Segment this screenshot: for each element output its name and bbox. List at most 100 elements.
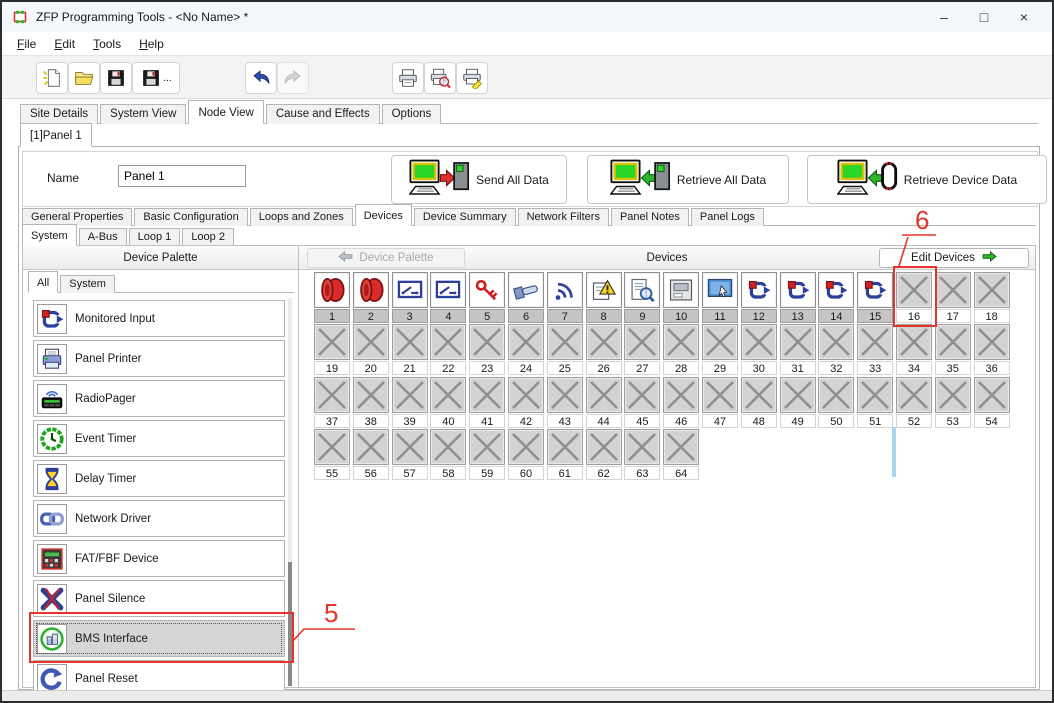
device-cell-28[interactable]: 28 xyxy=(663,324,699,375)
menu-edit[interactable]: Edit xyxy=(45,34,84,54)
tab-device-summary[interactable]: Device Summary xyxy=(414,208,516,226)
tab-basic-configuration[interactable]: Basic Configuration xyxy=(134,208,247,226)
device-cell-21[interactable]: 21 xyxy=(392,324,428,375)
undo-button[interactable] xyxy=(245,62,277,94)
tab-panel-logs[interactable]: Panel Logs xyxy=(691,208,764,226)
device-cell-52[interactable]: 52 xyxy=(896,377,932,428)
retrieve-device-data-button[interactable]: Retrieve Device Data xyxy=(807,155,1047,204)
palette-item-fat-fbf-device[interactable]: FAT/FBF Device xyxy=(33,540,285,577)
tab-a-bus[interactable]: A-Bus xyxy=(79,228,127,246)
send-all-data-button[interactable]: Send All Data xyxy=(391,155,567,204)
tab-loop-1[interactable]: Loop 1 xyxy=(129,228,181,246)
device-cell-26[interactable]: 26 xyxy=(586,324,622,375)
device-cell-41[interactable]: 41 xyxy=(469,377,505,428)
open-file-button[interactable] xyxy=(68,62,100,94)
device-cell-56[interactable]: 56 xyxy=(353,429,389,480)
palette-item-bms-interface[interactable]: BMS Interface xyxy=(33,620,285,657)
palette-item-delay-timer[interactable]: Delay Timer xyxy=(33,460,285,497)
palette-tab-all[interactable]: All xyxy=(28,271,58,293)
device-cell-58[interactable]: 58 xyxy=(430,429,466,480)
tab-network-filters[interactable]: Network Filters xyxy=(518,208,609,226)
menu-file[interactable]: File xyxy=(8,34,45,54)
device-cell-8[interactable]: 8 xyxy=(586,272,622,323)
device-cell-63[interactable]: 63 xyxy=(624,429,660,480)
tab-panel-notes[interactable]: Panel Notes xyxy=(611,208,689,226)
device-cell-37[interactable]: 37 xyxy=(314,377,350,428)
retrieve-all-data-button[interactable]: Retrieve All Data xyxy=(587,155,789,204)
tab-loops-and-zones[interactable]: Loops and Zones xyxy=(250,208,353,226)
save-as-button[interactable]: ... xyxy=(132,62,180,94)
redo-button[interactable] xyxy=(277,62,309,94)
device-palette-back-button[interactable]: Device Palette xyxy=(307,248,465,268)
device-cell-53[interactable]: 53 xyxy=(935,377,971,428)
device-cell-18[interactable]: 18 xyxy=(974,272,1010,323)
palette-item-panel-silence[interactable]: Panel Silence xyxy=(33,580,285,617)
device-cell-59[interactable]: 59 xyxy=(469,429,505,480)
device-cell-51[interactable]: 51 xyxy=(857,377,893,428)
device-cell-62[interactable]: 62 xyxy=(586,429,622,480)
palette-item-radiopager[interactable]: RadioPager xyxy=(33,380,285,417)
device-cell-44[interactable]: 44 xyxy=(586,377,622,428)
print-setup-button[interactable] xyxy=(456,62,488,94)
device-cell-46[interactable]: 46 xyxy=(663,377,699,428)
device-cell-11[interactable]: 11 xyxy=(702,272,738,323)
tab-node-view[interactable]: Node View xyxy=(188,100,263,124)
device-cell-42[interactable]: 42 xyxy=(508,377,544,428)
device-cell-2[interactable]: 2 xyxy=(353,272,389,323)
device-cell-15[interactable]: 15 xyxy=(857,272,893,323)
device-cell-24[interactable]: 24 xyxy=(508,324,544,375)
print-button[interactable] xyxy=(392,62,424,94)
device-cell-45[interactable]: 45 xyxy=(624,377,660,428)
device-cell-36[interactable]: 36 xyxy=(974,324,1010,375)
device-cell-29[interactable]: 29 xyxy=(702,324,738,375)
device-cell-7[interactable]: 7 xyxy=(547,272,583,323)
device-cell-9[interactable]: 9 xyxy=(624,272,660,323)
device-cell-47[interactable]: 47 xyxy=(702,377,738,428)
device-cell-32[interactable]: 32 xyxy=(818,324,854,375)
device-cell-34[interactable]: 34 xyxy=(896,324,932,375)
device-cell-48[interactable]: 48 xyxy=(741,377,777,428)
minimize-button[interactable]: – xyxy=(924,9,964,25)
device-cell-38[interactable]: 38 xyxy=(353,377,389,428)
tab-cause-and-effects[interactable]: Cause and Effects xyxy=(266,104,380,124)
menu-help[interactable]: Help xyxy=(130,34,173,54)
save-button[interactable] xyxy=(100,62,132,94)
palette-item-panel-printer[interactable]: Panel Printer xyxy=(33,340,285,377)
device-cell-31[interactable]: 31 xyxy=(780,324,816,375)
device-cell-5[interactable]: 5 xyxy=(469,272,505,323)
edit-devices-button[interactable]: Edit Devices xyxy=(879,248,1029,268)
device-cell-27[interactable]: 27 xyxy=(624,324,660,375)
device-cell-22[interactable]: 22 xyxy=(430,324,466,375)
palette-item-network-driver[interactable]: Network Driver xyxy=(33,500,285,537)
device-cell-33[interactable]: 33 xyxy=(857,324,893,375)
device-cell-50[interactable]: 50 xyxy=(818,377,854,428)
tab-devices[interactable]: Devices xyxy=(355,204,412,226)
device-cell-20[interactable]: 20 xyxy=(353,324,389,375)
device-cell-12[interactable]: 12 xyxy=(741,272,777,323)
menu-tools[interactable]: Tools xyxy=(84,34,130,54)
device-cell-55[interactable]: 55 xyxy=(314,429,350,480)
device-cell-17[interactable]: 17 xyxy=(935,272,971,323)
device-cell-1[interactable]: 1 xyxy=(314,272,350,323)
device-cell-43[interactable]: 43 xyxy=(547,377,583,428)
palette-scrollbar-thumb[interactable] xyxy=(288,562,292,686)
device-cell-40[interactable]: 40 xyxy=(430,377,466,428)
tab-system[interactable]: System xyxy=(22,224,77,246)
device-cell-35[interactable]: 35 xyxy=(935,324,971,375)
tab-system-view[interactable]: System View xyxy=(100,104,186,124)
new-file-button[interactable] xyxy=(36,62,68,94)
panel-name-input[interactable] xyxy=(118,165,246,187)
tab-site-details[interactable]: Site Details xyxy=(20,104,98,124)
device-cell-19[interactable]: 19 xyxy=(314,324,350,375)
print-preview-button[interactable] xyxy=(424,62,456,94)
device-cell-39[interactable]: 39 xyxy=(392,377,428,428)
device-cell-4[interactable]: 4 xyxy=(430,272,466,323)
close-button[interactable]: × xyxy=(1004,9,1044,25)
device-cell-3[interactable]: 3 xyxy=(392,272,428,323)
tab-options[interactable]: Options xyxy=(382,104,442,124)
device-cell-30[interactable]: 30 xyxy=(741,324,777,375)
device-cell-57[interactable]: 57 xyxy=(392,429,428,480)
device-cell-54[interactable]: 54 xyxy=(974,377,1010,428)
tab-loop-2[interactable]: Loop 2 xyxy=(182,228,234,246)
device-cell-60[interactable]: 60 xyxy=(508,429,544,480)
